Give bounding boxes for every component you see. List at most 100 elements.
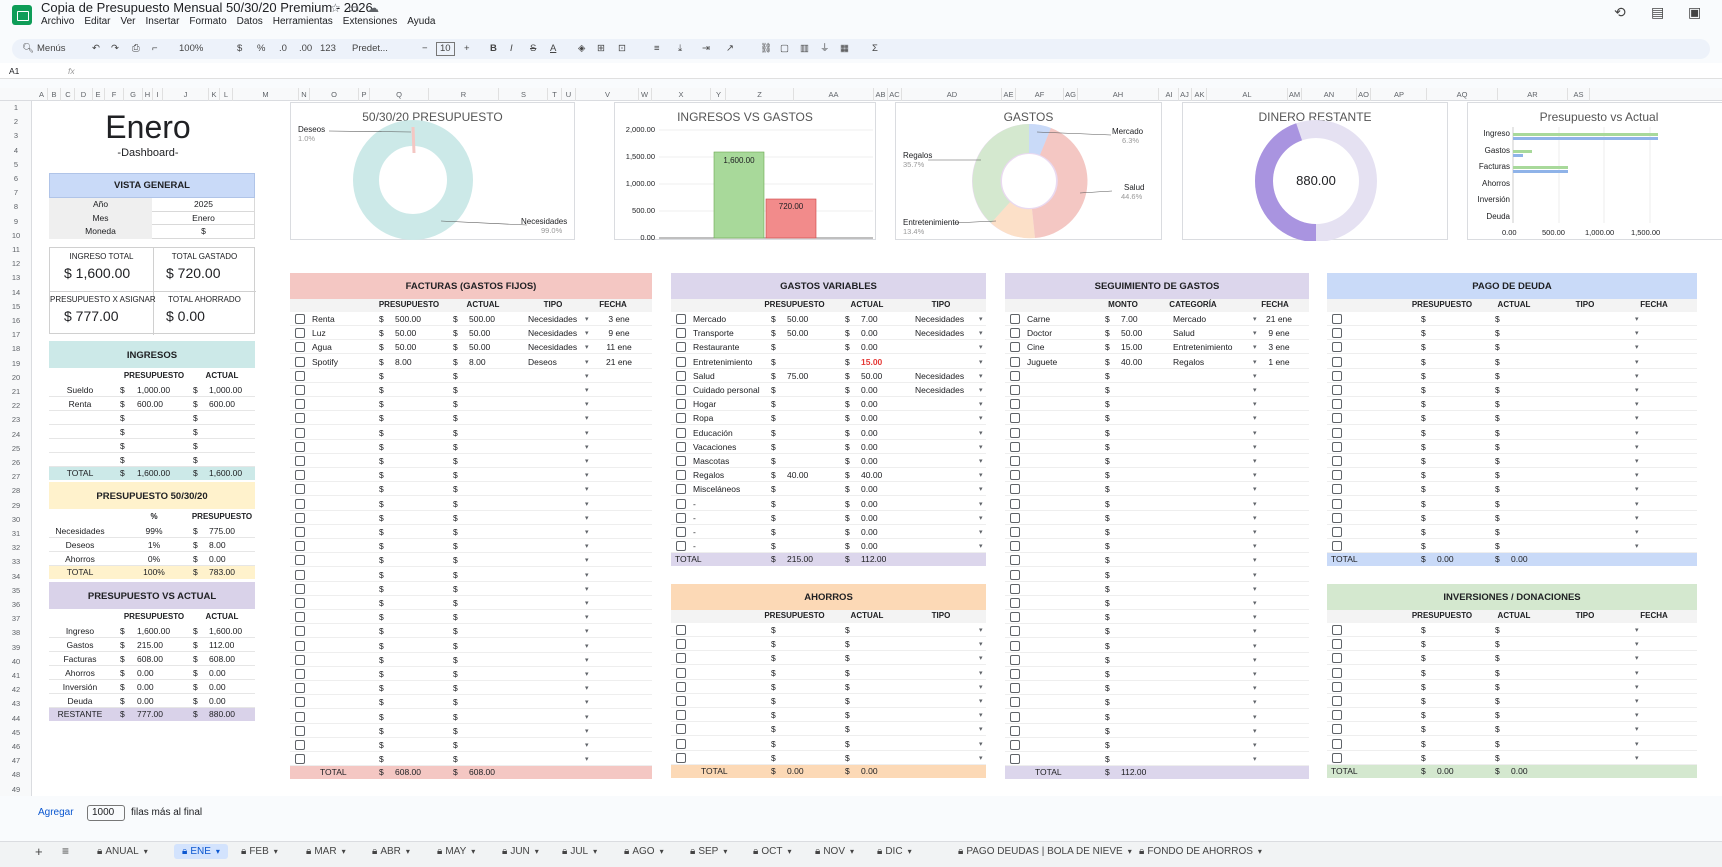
facturas-item-name[interactable]: Luz	[312, 326, 326, 340]
row-header[interactable]: 21	[0, 385, 32, 399]
menu-insertar[interactable]: Insertar	[146, 16, 180, 27]
dropdown-arrow-icon[interactable]: ▾	[1253, 684, 1257, 692]
column-header[interactable]: D	[75, 88, 93, 101]
row-header[interactable]: 47	[0, 754, 32, 768]
row-checkbox[interactable]	[1010, 569, 1020, 580]
row-checkbox[interactable]	[295, 598, 305, 608]
row-checkbox[interactable]	[1010, 669, 1020, 679]
dropdown-arrow-icon[interactable]: ▾	[585, 372, 589, 380]
dropdown-arrow-icon[interactable]: ▾	[979, 740, 983, 748]
row-checkbox[interactable]	[1010, 314, 1020, 324]
row-checkbox[interactable]	[295, 484, 305, 495]
variables-amount[interactable]: 0.00	[861, 383, 878, 397]
dropdown-arrow-icon[interactable]: ▾	[1253, 400, 1257, 408]
variables-amount[interactable]: 50.00	[861, 369, 882, 383]
row-header[interactable]: 23	[0, 413, 32, 427]
sheet-tab[interactable]: 🔒︎ DIC ▾	[877, 846, 912, 857]
dropdown-arrow-icon[interactable]: ▾	[979, 500, 983, 508]
dropdown-arrow-icon[interactable]: ▾	[1253, 315, 1257, 323]
row-checkbox[interactable]	[676, 498, 686, 509]
italic-button[interactable]: I	[510, 42, 513, 56]
row-checkbox[interactable]	[1332, 541, 1342, 552]
row-header[interactable]: 18	[0, 342, 32, 356]
row-header[interactable]: 16	[0, 314, 32, 328]
column-header[interactable]: V	[577, 88, 639, 101]
row-checkbox[interactable]	[1010, 640, 1020, 651]
row-header[interactable]: 2	[0, 115, 32, 129]
row-header[interactable]: 31	[0, 527, 32, 541]
row-header[interactable]: 46	[0, 740, 32, 754]
row-checkbox[interactable]	[295, 555, 305, 566]
row-checkbox[interactable]	[295, 314, 305, 324]
facturas-item-name[interactable]: Renta	[312, 312, 335, 326]
dropdown-arrow-icon[interactable]: ▾	[1635, 386, 1639, 394]
chevron-down-icon[interactable]: ▾	[908, 847, 912, 856]
dropdown-arrow-icon[interactable]: ▾	[979, 542, 983, 550]
facturas-amount[interactable]: 500.00	[469, 312, 495, 326]
dropdown-arrow-icon[interactable]: ▾	[979, 485, 983, 493]
column-header[interactable]: Z	[726, 88, 794, 101]
seguimiento-type[interactable]: Mercado	[1173, 312, 1206, 326]
row-checkbox[interactable]	[1332, 738, 1342, 749]
menu-archivo[interactable]: Archivo	[41, 16, 74, 27]
ingresos-row-col1[interactable]: 600.00	[137, 397, 163, 411]
dropdown-arrow-icon[interactable]: ▾	[1253, 599, 1257, 607]
row-header[interactable]: 8	[0, 200, 32, 214]
row-checkbox[interactable]	[1010, 598, 1020, 608]
dropdown-arrow-icon[interactable]: ▾	[1635, 329, 1639, 337]
sheet-tab[interactable]: 🔒︎ AGO ▾	[624, 846, 664, 857]
sheet-tab[interactable]: 🔒︎ PAGO DEUDAS | BOLA DE NIEVE ▾	[958, 846, 1132, 857]
pva-row-col2[interactable]: 1,600.00	[209, 624, 242, 638]
facturas-type[interactable]: Deseos	[528, 355, 557, 369]
document-title[interactable]: Copia de Presupuesto Mensual 50/30/20 Pr…	[41, 0, 373, 15]
sheet-tab[interactable]: 🔒︎ FEB ▾	[241, 846, 278, 857]
row-checkbox[interactable]	[295, 654, 305, 665]
chevron-down-icon[interactable]: ▾	[1128, 847, 1132, 856]
pva-row-col1[interactable]: 1,600.00	[137, 624, 170, 638]
row-header[interactable]: 13	[0, 271, 32, 285]
dropdown-arrow-icon[interactable]: ▾	[1253, 528, 1257, 536]
all-sheets-icon[interactable]: ≡	[62, 844, 69, 858]
seguimiento-date[interactable]: 3 ene	[1259, 340, 1299, 354]
column-header[interactable]: AQ	[1427, 88, 1498, 101]
column-header[interactable]: A	[36, 88, 48, 101]
row-checkbox[interactable]	[676, 653, 686, 664]
row-checkbox[interactable]	[1010, 342, 1020, 353]
dropdown-arrow-icon[interactable]: ▾	[1253, 457, 1257, 465]
variables-amount[interactable]: 50.00	[787, 326, 808, 340]
dropdown-arrow-icon[interactable]: ▾	[585, 414, 589, 422]
variables-item-name[interactable]: Cuidado personal	[693, 383, 760, 397]
row-checkbox[interactable]	[295, 342, 305, 353]
column-header[interactable]: AS	[1568, 88, 1590, 101]
column-header[interactable]: I	[153, 88, 163, 101]
row-checkbox[interactable]	[295, 683, 305, 694]
variables-amount[interactable]: 0.00	[861, 511, 878, 525]
font-size-decrease-button[interactable]: −	[422, 42, 428, 56]
row-checkbox[interactable]	[1332, 724, 1342, 735]
text-rotation-icon[interactable]: ↗	[726, 42, 734, 56]
variables-type[interactable]: Necesidades	[915, 312, 964, 326]
chevron-down-icon[interactable]: ▾	[535, 847, 539, 856]
variables-item-name[interactable]: Hogar	[693, 397, 716, 411]
dropdown-arrow-icon[interactable]: ▾	[585, 613, 589, 621]
pva-row-col2[interactable]: 0.00	[209, 666, 226, 680]
column-header[interactable]: AM	[1288, 88, 1302, 101]
row-checkbox[interactable]	[1010, 356, 1020, 367]
dropdown-arrow-icon[interactable]: ▾	[585, 514, 589, 522]
row-checkbox[interactable]	[1332, 512, 1342, 523]
column-header[interactable]: AR	[1498, 88, 1568, 101]
text-wrap-icon[interactable]: ⇥	[702, 42, 710, 56]
row-header[interactable]: 28	[0, 484, 32, 498]
dropdown-arrow-icon[interactable]: ▾	[1253, 471, 1257, 479]
sheet-grid[interactable]: Enero -Dashboard- VISTA GENERAL Año 2025 M…	[32, 101, 1722, 796]
chevron-down-icon[interactable]: ▾	[787, 847, 791, 856]
ingresos-row-col2[interactable]: 600.00	[209, 397, 235, 411]
dropdown-arrow-icon[interactable]: ▾	[979, 443, 983, 451]
borders-icon[interactable]: ⊞	[597, 42, 605, 56]
chevron-down-icon[interactable]: ▾	[471, 847, 475, 856]
row-header[interactable]: 5	[0, 158, 32, 172]
row-checkbox[interactable]	[1332, 752, 1342, 763]
chart-503020[interactable]: 50/30/20 PRESUPUESTO Deseos 1.0% Necesid…	[290, 102, 575, 240]
row-checkbox[interactable]	[295, 527, 305, 537]
row-header[interactable]: 22	[0, 399, 32, 413]
